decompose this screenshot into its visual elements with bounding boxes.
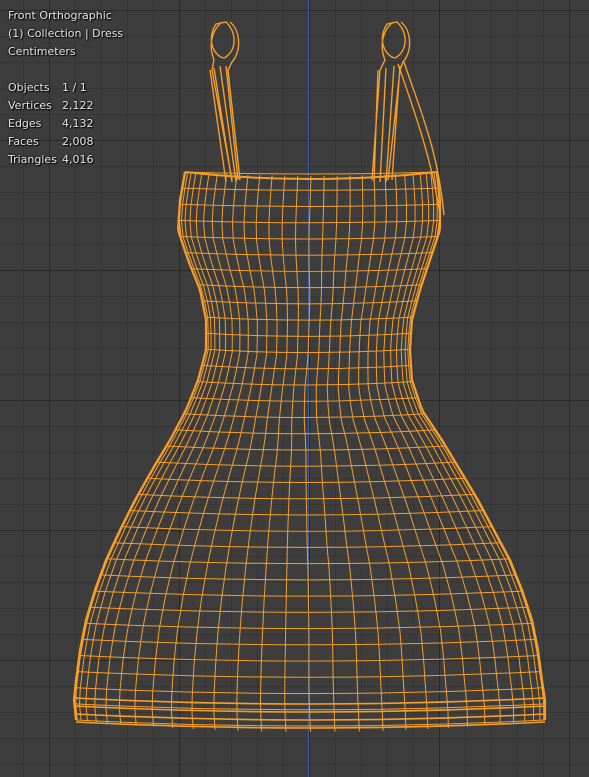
mesh-edge-column	[213, 175, 268, 731]
mesh-edge-column	[358, 174, 429, 730]
stat-label: Triangles	[8, 153, 57, 166]
stat-row-objects: Objects 1 / 1	[8, 79, 123, 97]
stat-value: 4,016	[62, 153, 94, 166]
mesh-edge-column	[315, 175, 336, 732]
mesh-edge-loop	[184, 171, 438, 175]
mesh-edge-column	[407, 172, 541, 721]
stat-value: 4,132	[62, 117, 94, 130]
mesh-edge-column	[326, 175, 360, 732]
mesh-edge-column	[236, 175, 278, 731]
stat-row-triangles: Triangles 4,016	[8, 151, 123, 169]
stat-value: 1 / 1	[62, 81, 87, 94]
stat-row-edges: Edges 4,132	[8, 115, 123, 133]
view-name: Front Orthographic	[8, 9, 112, 22]
viewport-info-overlay: Front Orthographic (1) Collection | Dres…	[8, 7, 123, 169]
3d-viewport[interactable]: Front Orthographic (1) Collection | Dres…	[0, 0, 589, 777]
scene-statistics: Objects 1 / 1 Vertices 2,122 Edges 4,132…	[8, 79, 123, 169]
mesh-edge-column	[85, 172, 212, 722]
mesh-edges	[73, 171, 546, 733]
units-label: Centimeters	[8, 45, 76, 58]
right-strap-mesh	[371, 21, 445, 216]
left-strap-mesh	[209, 21, 241, 183]
stat-value: 2,008	[62, 135, 94, 148]
stat-label: Vertices	[8, 99, 52, 112]
collection-label: (1) Collection | Dress	[8, 27, 124, 40]
stat-label: Faces	[8, 135, 39, 148]
mesh-edge-column	[303, 175, 312, 733]
mesh-edge-column	[348, 175, 407, 731]
mesh-edge-column	[78, 172, 209, 721]
stat-row-vertices: Vertices 2,122	[8, 97, 123, 115]
mesh-edge-column	[259, 175, 289, 732]
stat-label: Objects	[8, 81, 50, 94]
mesh-edge-column	[284, 175, 299, 732]
strap-meshes	[209, 21, 445, 216]
stat-value: 2,122	[62, 99, 94, 112]
stat-row-faces: Faces 2,008	[8, 133, 123, 151]
stat-label: Edges	[8, 117, 42, 130]
mesh-edge-column	[191, 174, 258, 730]
